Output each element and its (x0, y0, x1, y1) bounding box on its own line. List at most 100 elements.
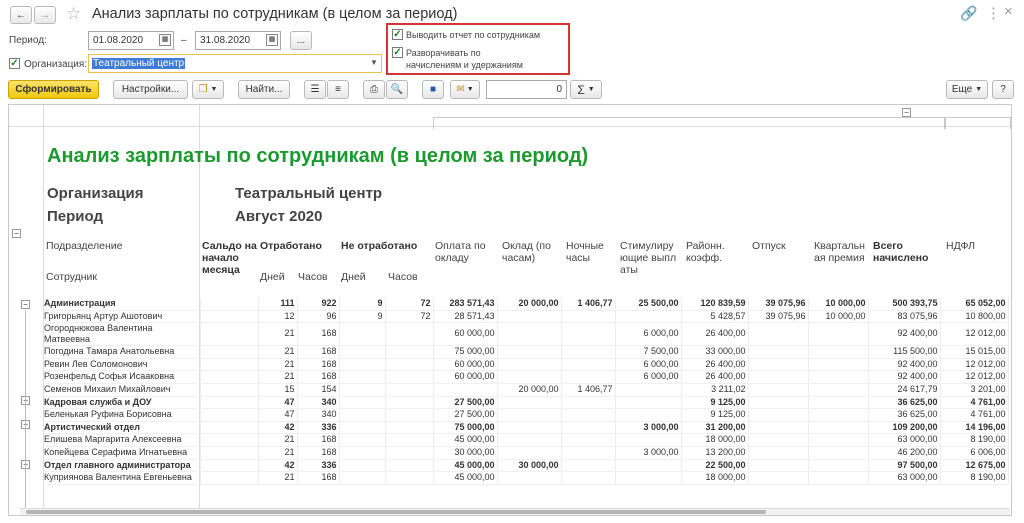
generate-button[interactable]: Сформировать (8, 80, 99, 99)
outline-group-admin-icon[interactable]: − (21, 300, 30, 309)
collapse-levels-icon: ≡ (335, 84, 341, 95)
org-input-value: Театральный центр (92, 58, 186, 69)
sum-mode-button[interactable]: Σ ▼ (570, 80, 602, 99)
expand-accruals-checkbox[interactable]: ✓ (392, 47, 403, 58)
variants-button[interactable]: ❐ ▼ (192, 80, 224, 99)
cell-st: 3 000,00 (615, 421, 682, 435)
cell-qt (808, 322, 869, 347)
cell-nd2: 8 190,00 (940, 471, 1009, 485)
table-row[interactable]: Розенфельд Софья Исааковна 21 168 60 000,00… (42, 370, 1009, 384)
org-checkbox[interactable]: ✓ (9, 58, 20, 69)
cell-nh (385, 446, 434, 460)
cell-ng (561, 370, 616, 384)
cell-rg: 33 000,00 (681, 345, 749, 359)
cell-qt (808, 358, 869, 372)
more-button[interactable]: Еще ▼ (946, 80, 988, 99)
cell-sal: 28 571,43 (433, 310, 498, 324)
head-hourly: Оклад (по часам) (502, 240, 551, 264)
envelope-icon: ✉ (456, 84, 465, 95)
org-input[interactable]: Театральный центр (88, 54, 382, 73)
cell-rg: 13 200,00 (681, 446, 749, 460)
cell-ng (561, 433, 616, 447)
head-quarterly: Квартальная премия (814, 240, 865, 264)
sum-field[interactable]: 0 (486, 80, 567, 99)
cell-nh (385, 421, 434, 435)
cell-nd: 9 (339, 310, 386, 324)
cell-st: 25 500,00 (615, 298, 682, 311)
help-button[interactable]: ? (992, 80, 1014, 99)
menu-dots-icon[interactable]: ⋮ (986, 4, 1001, 22)
cell-nd2: 12 012,00 (940, 370, 1009, 384)
cell-saldo (200, 471, 259, 485)
cell-ng (561, 446, 616, 460)
org-dropdown-icon[interactable]: ▼ (370, 58, 378, 67)
forward-button[interactable]: → (34, 6, 56, 24)
cell-nd2: 6 006,00 (940, 446, 1009, 460)
back-button[interactable]: ← (10, 6, 32, 24)
calendar-from-icon[interactable]: ▦ (159, 34, 171, 46)
table-row[interactable]: Елишева Маргарита Алексеевна 21 168 45 000,… (42, 433, 1009, 447)
expand-levels-button[interactable]: ☰ (304, 80, 326, 99)
outline-collapse-all-icon[interactable]: − (12, 229, 21, 238)
table-row[interactable]: Ревин Лев Соломонович 21 168 60 000,00 6 000… (42, 358, 1009, 372)
group-row[interactable]: Кадровая служба и ДОУ 47 340 27 500,00 9 125… (42, 396, 1009, 410)
cell-nd2: 65 052,00 (940, 298, 1009, 311)
cell-saldo (200, 421, 259, 435)
report-period-value: Август 2020 (235, 208, 323, 225)
cell-wh: 922 (297, 298, 340, 311)
table-row[interactable]: Огороднюкова Валентина Матвеевна 21 168 60 … (42, 322, 1009, 347)
horizontal-scrollbar[interactable] (20, 508, 1010, 515)
table-row[interactable]: Беленькая Руфина Борисовна 47 340 27 500,00… (42, 408, 1009, 422)
cell-wd: 47 (258, 396, 298, 410)
cell-rg: 120 839,59 (681, 298, 749, 311)
cell-ng (561, 421, 616, 435)
cell-wh: 336 (297, 421, 340, 435)
calendar-to-icon[interactable]: ▦ (266, 34, 278, 46)
table-row[interactable]: Копейцева Серафима Игнатьевна 21 168 30 000… (42, 446, 1009, 460)
group-row[interactable]: Артистический отдел 42 336 75 000,00 3 000,0… (42, 421, 1009, 435)
cell-vc (748, 370, 809, 384)
collapse-levels-button[interactable]: ≡ (327, 80, 349, 99)
cell-nh (385, 433, 434, 447)
cell-st (615, 383, 682, 397)
link-icon[interactable]: 🔗 (960, 5, 977, 22)
head-notworked-days: Дней (341, 271, 366, 283)
print-button[interactable]: ⎙ (363, 80, 385, 99)
cell-hr (497, 446, 562, 460)
settings-button[interactable]: Настройки... (113, 80, 188, 99)
cell-nd2: 10 800,00 (940, 310, 1009, 324)
table-row[interactable]: Семенов Михаил Михайлович 15 154 20 000,00 1… (42, 383, 1009, 397)
cell-hr: 20 000,00 (497, 383, 562, 397)
table-row[interactable]: Погодина Тамара Анатольевна 21 168 75 000,0… (42, 345, 1009, 359)
scrollbar-thumb[interactable] (26, 510, 766, 514)
cell-nd (339, 370, 386, 384)
cell-nd2: 12 012,00 (940, 322, 1009, 347)
group-row[interactable]: Администрация 111 922 9 72 283 571,43 20 000,0… (42, 298, 1009, 311)
period-select-button[interactable]: ... (290, 31, 312, 50)
find-button[interactable]: Найти... (238, 80, 290, 99)
save-button[interactable]: ■ (422, 80, 444, 99)
table-row[interactable]: Григорьянц Артур Ашотович 12 96 9 72 28 571,4… (42, 310, 1009, 324)
cell-saldo (200, 383, 259, 397)
cell-qt: 10 000,00 (808, 310, 869, 324)
cell-rg: 5 428,57 (681, 310, 749, 324)
cell-nd (339, 383, 386, 397)
cell-nh (385, 370, 434, 384)
chevron-down-icon: ▼ (975, 86, 983, 93)
cell-wd: 21 (258, 370, 298, 384)
favorite-star-icon[interactable]: ☆ (66, 4, 81, 24)
cell-nd: 9 (339, 298, 386, 311)
show-employees-checkbox[interactable]: ✓ (392, 29, 403, 40)
table-row[interactable]: Куприянова Валентина Евгеньевна 21 168 45 0… (42, 471, 1009, 485)
close-icon[interactable]: × (1004, 3, 1013, 20)
group-row[interactable]: Отдел главного администратора 42 336 45 000… (42, 459, 1009, 473)
cell-rg: 18 000,00 (681, 433, 749, 447)
cell-nd2: 8 190,00 (940, 433, 1009, 447)
group-collapse-top-icon[interactable]: − (902, 108, 911, 117)
preview-button[interactable]: 🔍 (386, 80, 408, 99)
cell-vc (748, 345, 809, 359)
send-email-button[interactable]: ✉ ▼ (450, 80, 480, 99)
cell-ng (561, 408, 616, 422)
row-name: Куприянова Валентина Евгеньевна (42, 471, 201, 485)
cell-ng (561, 322, 616, 347)
